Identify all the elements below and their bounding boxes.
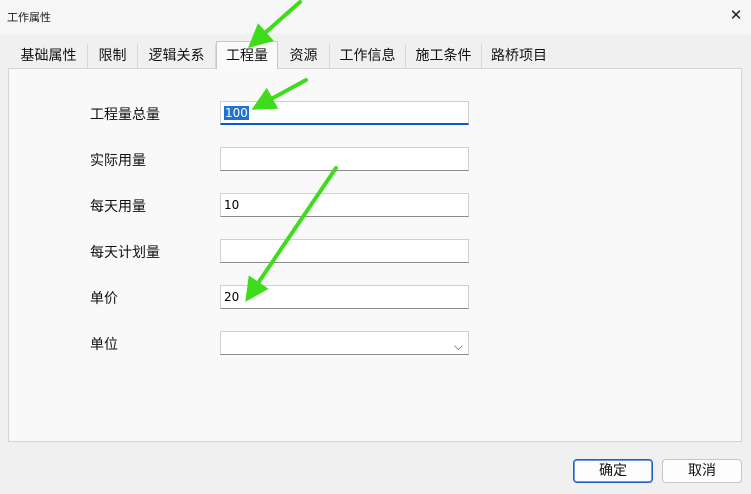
cancel-button[interactable]: 取消 xyxy=(662,459,742,483)
tab-bar: 基础属性 限制 逻辑关系 工程量 资源 工作信息 施工条件 路桥项目 xyxy=(10,41,740,69)
actual-quantity-label: 实际用量 xyxy=(90,153,146,169)
daily-planned-label: 每天计划量 xyxy=(90,245,160,261)
tab-logic-relations[interactable]: 逻辑关系 xyxy=(138,44,216,68)
unit-price-label: 单价 xyxy=(90,291,118,307)
tab-constraints[interactable]: 限制 xyxy=(88,44,138,68)
selected-text: 100 xyxy=(224,106,249,120)
total-quantity-label: 工程量总量 xyxy=(90,107,160,123)
daily-planned-input[interactable] xyxy=(220,239,469,263)
daily-quantity-label: 每天用量 xyxy=(90,199,146,215)
unit-select[interactable]: ⌵ xyxy=(220,331,469,355)
tab-resources[interactable]: 资源 xyxy=(278,44,330,68)
close-icon[interactable]: ✕ xyxy=(727,6,745,24)
tab-construction-conditions[interactable]: 施工条件 xyxy=(406,44,482,68)
tab-work-info[interactable]: 工作信息 xyxy=(330,44,406,68)
ok-button[interactable]: 确定 xyxy=(573,459,653,483)
tab-basic-attributes[interactable]: 基础属性 xyxy=(10,44,88,68)
daily-quantity-input[interactable]: 10 xyxy=(220,193,469,217)
tab-quantity[interactable]: 工程量 xyxy=(216,41,278,69)
actual-quantity-input[interactable] xyxy=(220,147,469,171)
unit-label: 单位 xyxy=(90,337,118,353)
unit-price-input[interactable]: 20 xyxy=(220,285,469,309)
window-title: 工作属性 xyxy=(7,11,51,24)
tab-road-bridge-items[interactable]: 路桥项目 xyxy=(482,44,556,68)
total-quantity-input[interactable]: 100 xyxy=(220,101,469,125)
chevron-down-icon[interactable]: ⌵ xyxy=(454,335,463,357)
title-bar: 工作属性 ✕ xyxy=(0,0,751,34)
